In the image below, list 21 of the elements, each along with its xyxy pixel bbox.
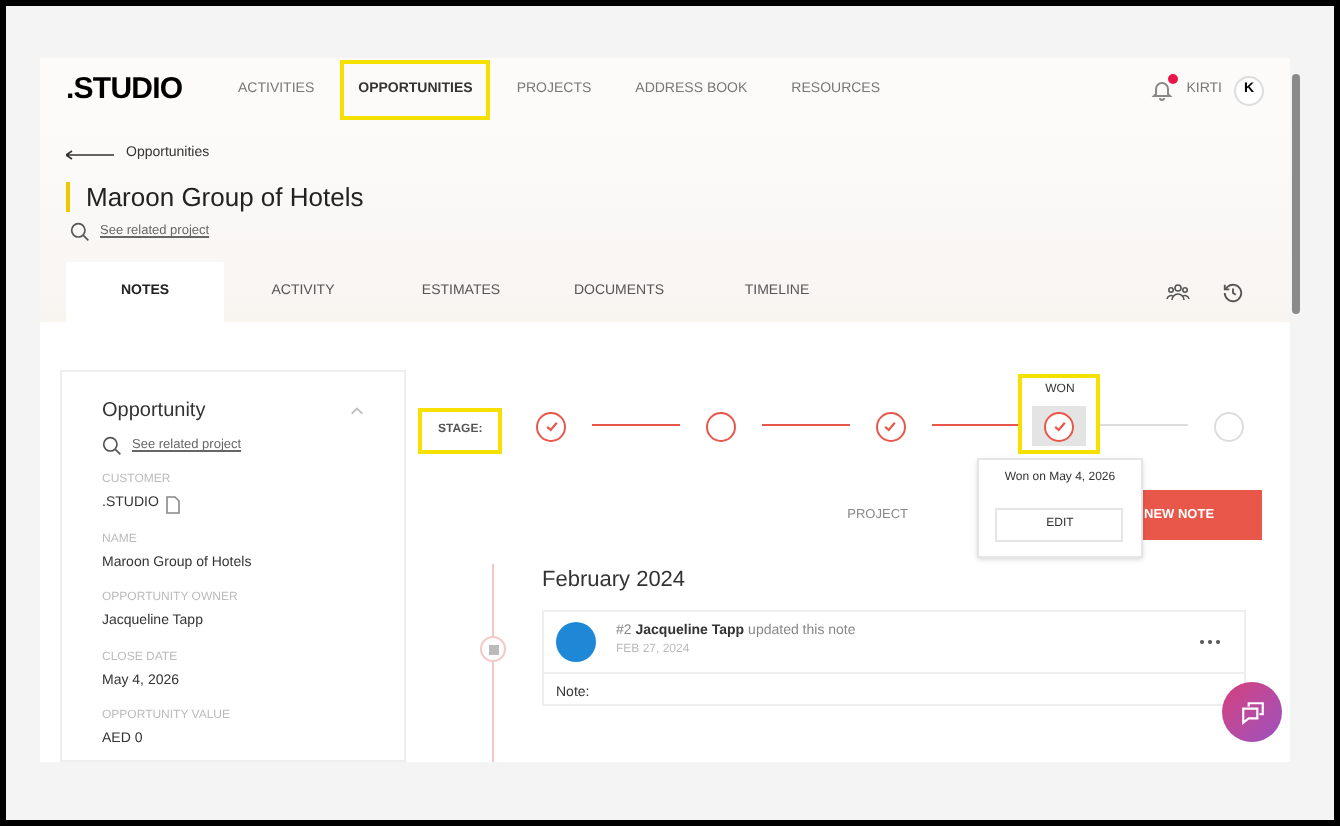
- check-icon: [882, 418, 899, 434]
- stage-step[interactable]: [1044, 411, 1075, 441]
- document-icon[interactable]: [166, 495, 181, 514]
- check-icon: [543, 418, 560, 434]
- stage-step[interactable]: [875, 411, 906, 441]
- history-icon[interactable]: [1222, 281, 1244, 303]
- check-icon: [1051, 418, 1068, 434]
- chat-icon: [1239, 699, 1265, 725]
- stage-step[interactable]: [705, 411, 736, 441]
- search-project-icon: [102, 436, 122, 456]
- collapse-chevron-icon[interactable]: [350, 406, 364, 416]
- page-title: Maroon Group of Hotels: [86, 179, 364, 216]
- stage-step[interactable]: [536, 411, 567, 441]
- studio-logo[interactable]: .STUDIO: [66, 67, 220, 113]
- bell-icon[interactable]: [1150, 78, 1175, 102]
- month-heading: February 2024: [542, 566, 688, 596]
- card-title: Opportunity: [102, 398, 206, 426]
- chat-button[interactable]: [1222, 682, 1282, 742]
- back-arrow-icon[interactable]: [66, 149, 114, 160]
- search-project-icon: [70, 222, 90, 242]
- people-icon[interactable]: [1166, 282, 1190, 302]
